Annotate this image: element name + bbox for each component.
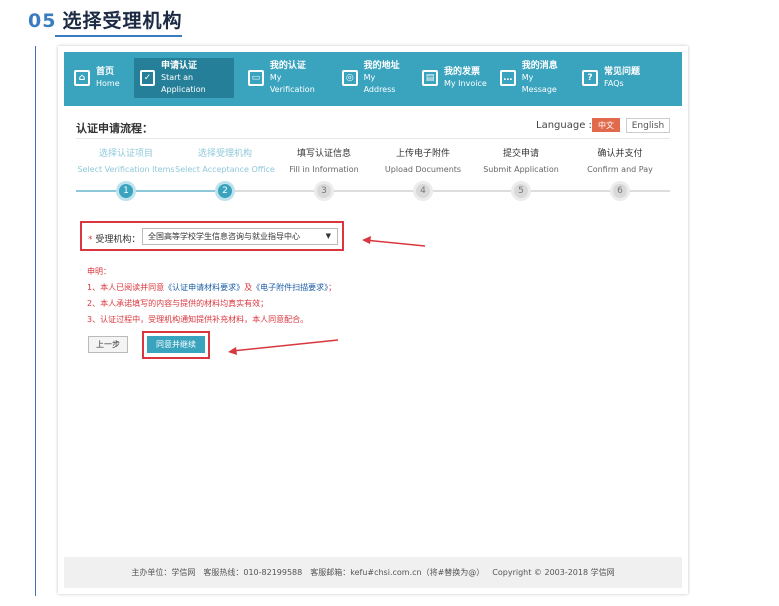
arrow-head-icon xyxy=(362,236,371,244)
annotation-arrows xyxy=(228,236,426,355)
annotation-arrow-2 xyxy=(231,339,339,352)
arrow-head-icon xyxy=(228,347,237,355)
annotation-arrow-1 xyxy=(364,239,426,247)
